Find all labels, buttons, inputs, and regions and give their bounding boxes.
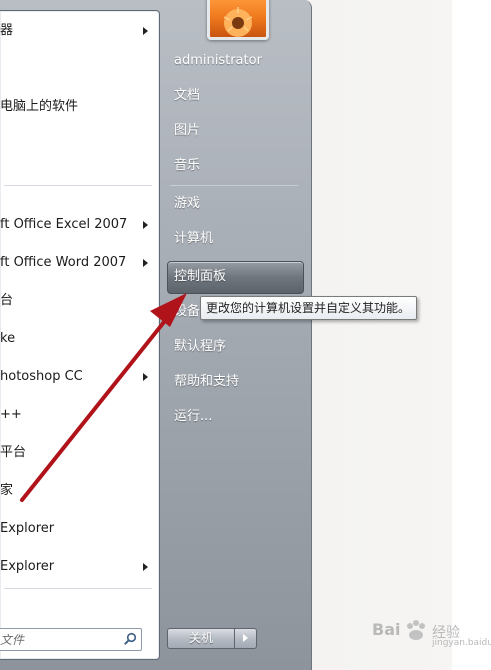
- divider: [4, 185, 152, 186]
- submenu-arrow-icon: [143, 221, 148, 229]
- programs-pane: 器 电脑上的软件 ft Office Excel 2007 ft Office …: [0, 10, 160, 660]
- search-icon[interactable]: [123, 632, 137, 646]
- right-item-label: 文档: [174, 88, 201, 103]
- right-item-label: 游戏: [174, 196, 201, 211]
- program-label: 器: [0, 23, 14, 38]
- program-item[interactable]: 器: [0, 16, 158, 46]
- program-label: ft Office Word 2007: [0, 255, 127, 270]
- watermark-brand: Bai: [372, 620, 401, 639]
- search-input[interactable]: 文件: [0, 628, 142, 651]
- program-label: Explorer: [0, 559, 55, 574]
- tooltip-text: 更改您的计算机设置并自定义其功能。: [206, 301, 411, 315]
- right-item-label: 设备: [174, 304, 201, 319]
- program-item[interactable]: Explorer: [0, 552, 158, 582]
- program-label: ke: [0, 331, 16, 346]
- submenu-arrow-icon: [143, 563, 148, 571]
- program-item[interactable]: 家: [0, 476, 158, 506]
- program-label: ++: [0, 407, 22, 422]
- user-avatar[interactable]: [207, 0, 269, 40]
- paw-icon: [407, 620, 425, 640]
- watermark: Bai 经验 jingyan.baidu.com: [372, 618, 491, 658]
- program-label: 平台: [0, 445, 27, 460]
- submenu-arrow-icon: [143, 27, 148, 35]
- program-label: 家: [0, 483, 14, 498]
- program-item[interactable]: ke: [0, 324, 158, 354]
- user-name-label: administrator: [174, 53, 262, 68]
- program-item[interactable]: ft Office Word 2007: [0, 248, 158, 278]
- program-item[interactable]: hotoshop CC: [0, 362, 158, 392]
- right-item-label: 控制面板: [174, 269, 227, 284]
- shutdown-options-button[interactable]: [234, 628, 257, 649]
- page-margin: [452, 0, 491, 670]
- right-item-label: 运行...: [174, 409, 213, 424]
- program-item[interactable]: ft Office Excel 2007: [0, 210, 158, 240]
- right-item-label: 默认程序: [174, 339, 227, 354]
- program-item[interactable]: 平台: [0, 438, 158, 468]
- tooltip: 更改您的计算机设置并自定义其功能。: [200, 296, 417, 320]
- right-item-label: 音乐: [174, 158, 201, 173]
- search-placeholder: 文件: [0, 633, 25, 647]
- watermark-url: jingyan.baidu.com: [432, 638, 491, 648]
- program-item[interactable]: 电脑上的软件: [0, 92, 158, 122]
- program-label: Explorer: [0, 521, 55, 536]
- flower-icon: [223, 7, 253, 37]
- program-label: hotoshop CC: [0, 369, 83, 384]
- program-label: 电脑上的软件: [0, 99, 79, 114]
- divider: [170, 185, 298, 186]
- submenu-arrow-icon: [143, 373, 148, 381]
- program-item[interactable]: Explorer: [0, 514, 158, 544]
- program-item[interactable]: ++: [0, 400, 158, 430]
- shutdown-button[interactable]: 关机: [167, 628, 235, 649]
- submenu-arrow-icon: [143, 259, 148, 267]
- right-item-label: 帮助和支持: [174, 374, 240, 389]
- program-label: ft Office Excel 2007: [0, 217, 128, 232]
- chevron-right-icon: [243, 634, 248, 642]
- right-item-label: 图片: [174, 123, 201, 138]
- program-label: 台: [0, 293, 14, 308]
- right-item-label: 计算机: [174, 231, 214, 246]
- program-item[interactable]: 台: [0, 286, 158, 316]
- shutdown-group: 关机: [167, 628, 257, 649]
- shutdown-label: 关机: [188, 631, 213, 645]
- divider: [4, 588, 152, 589]
